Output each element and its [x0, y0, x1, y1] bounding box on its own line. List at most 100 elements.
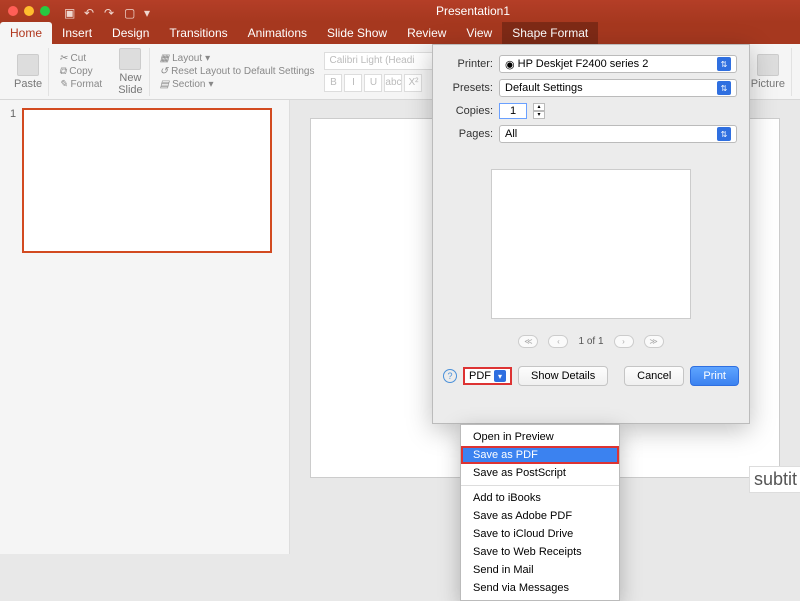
layout-icon: ▦	[160, 53, 169, 64]
tab-animations[interactable]: Animations	[238, 22, 317, 44]
prev-page-button[interactable]: ‹	[548, 335, 568, 348]
pages-label: Pages:	[445, 128, 493, 140]
underline-button[interactable]: U	[364, 74, 382, 92]
super-sub-button[interactable]: X²	[404, 74, 422, 92]
tab-view[interactable]: View	[456, 22, 502, 44]
chevron-updown-icon: ⇅	[717, 57, 731, 71]
pdf-menu: Open in Preview Save as PDF Save as Post…	[460, 424, 620, 601]
bold-button[interactable]: B	[324, 74, 342, 92]
chevron-updown-icon: ⇅	[717, 127, 731, 141]
printer-select[interactable]: ◉ HP Deskjet F2400 series 2 ⇅	[499, 55, 737, 73]
print-preview	[491, 169, 691, 319]
copy-icon: ⧉	[59, 66, 66, 77]
printer-status-icon: ◉	[505, 58, 515, 71]
close-window-icon[interactable]	[8, 6, 18, 16]
slide-thumbnails-pane[interactable]: 1	[0, 100, 290, 554]
minimize-window-icon[interactable]	[24, 6, 34, 16]
undo-icon[interactable]: ↶	[84, 6, 94, 16]
menu-save-as-adobe-pdf[interactable]: Save as Adobe PDF	[461, 507, 619, 525]
print-dialog: Printer: ◉ HP Deskjet F2400 series 2 ⇅ P…	[432, 44, 750, 424]
newslide-group: New Slide	[112, 48, 149, 96]
paste-icon[interactable]	[17, 54, 39, 76]
tab-insert[interactable]: Insert	[52, 22, 102, 44]
menu-save-as-pdf[interactable]: Save as PDF	[461, 446, 619, 464]
copies-stepper[interactable]: ▴▾	[533, 103, 545, 119]
chevron-down-icon: ▾	[494, 370, 506, 382]
qat-dropdown-icon[interactable]: ▾	[144, 6, 154, 16]
reset-icon: ↺	[160, 66, 168, 77]
menu-send-in-mail[interactable]: Send in Mail	[461, 561, 619, 579]
next-page-button[interactable]: ›	[614, 335, 634, 348]
menu-add-to-ibooks[interactable]: Add to iBooks	[461, 489, 619, 507]
italic-button[interactable]: I	[344, 74, 362, 92]
tab-home[interactable]: Home	[0, 22, 52, 44]
tab-design[interactable]: Design	[102, 22, 159, 44]
copy-button[interactable]: ⧉Copy	[59, 66, 102, 77]
save-icon[interactable]: ▣	[64, 6, 74, 16]
thumb-number: 1	[10, 108, 16, 253]
ribbon-tabs: Home Insert Design Transitions Animation…	[0, 22, 800, 44]
clipboard-actions: ✂Cut ⧉Copy ✎Format	[59, 53, 102, 90]
tab-slideshow[interactable]: Slide Show	[317, 22, 397, 44]
pdf-dropdown-button[interactable]: PDF ▾	[463, 367, 512, 385]
redo-icon[interactable]: ↷	[104, 6, 114, 16]
menu-save-to-web-receipts[interactable]: Save to Web Receipts	[461, 543, 619, 561]
presets-label: Presets:	[445, 82, 493, 94]
print-dialog-footer: ? PDF ▾ Show Details Cancel Print	[433, 358, 749, 394]
slide-actions: ▦Layout ▾ ↺Reset Layout to Default Setti…	[160, 53, 315, 90]
tab-review[interactable]: Review	[397, 22, 456, 44]
menu-send-via-messages[interactable]: Send via Messages	[461, 579, 619, 597]
scissors-icon: ✂	[59, 53, 67, 64]
pages-value: All	[505, 128, 517, 140]
menu-open-in-preview[interactable]: Open in Preview	[461, 428, 619, 446]
zoom-window-icon[interactable]	[40, 6, 50, 16]
print-button[interactable]: Print	[690, 366, 739, 386]
help-icon[interactable]: ?	[443, 369, 457, 383]
strike-button[interactable]: abc	[384, 74, 402, 92]
traffic-lights	[8, 6, 50, 16]
menu-save-to-icloud[interactable]: Save to iCloud Drive	[461, 525, 619, 543]
paste-group: Paste	[8, 48, 49, 96]
last-page-button[interactable]: ≫	[644, 335, 664, 348]
first-page-button[interactable]: ≪	[518, 335, 538, 348]
new-slide-label: New Slide	[118, 72, 142, 96]
copies-label: Copies:	[445, 105, 493, 117]
tab-transitions[interactable]: Transitions	[159, 22, 237, 44]
page-nav: ≪ ‹ 1 of 1 › ≫	[445, 335, 737, 348]
tab-shape-format[interactable]: Shape Format	[502, 22, 598, 44]
pages-select[interactable]: All ⇅	[499, 125, 737, 143]
slide-thumbnail-1[interactable]	[22, 108, 272, 253]
new-slide-icon[interactable]	[119, 48, 141, 70]
stepper-down-icon[interactable]: ▾	[533, 111, 545, 119]
printer-label: Printer:	[445, 58, 493, 70]
cancel-button[interactable]: Cancel	[624, 366, 684, 386]
menu-save-as-postscript[interactable]: Save as PostScript	[461, 464, 619, 482]
paste-label: Paste	[14, 78, 42, 90]
show-details-button[interactable]: Show Details	[518, 366, 608, 386]
layout-button[interactable]: ▦Layout ▾	[160, 53, 315, 64]
new-file-icon[interactable]: ▢	[124, 6, 134, 16]
subtitle-placeholder-fragment[interactable]: subtit	[749, 466, 800, 493]
pdf-label: PDF	[469, 370, 491, 382]
cut-button[interactable]: ✂Cut	[59, 53, 102, 64]
presets-value: Default Settings	[505, 82, 583, 94]
reset-layout-button[interactable]: ↺Reset Layout to Default Settings	[160, 66, 315, 77]
brush-icon: ✎	[59, 79, 67, 90]
document-title: Presentation1	[154, 4, 792, 18]
chevron-updown-icon: ⇅	[717, 81, 731, 95]
section-icon: ▤	[160, 79, 169, 90]
window-titlebar: ▣ ↶ ↷ ▢ ▾ Presentation1	[0, 0, 800, 22]
format-painter-button[interactable]: ✎Format	[59, 79, 102, 90]
picture-icon[interactable]	[757, 54, 779, 76]
menu-separator	[461, 485, 619, 486]
picture-group: Picture	[745, 48, 792, 96]
section-button[interactable]: ▤Section ▾	[160, 79, 315, 90]
page-indicator: 1 of 1	[578, 336, 603, 347]
quick-access-toolbar: ▣ ↶ ↷ ▢ ▾	[64, 6, 154, 16]
printer-value: HP Deskjet F2400 series 2	[518, 58, 649, 70]
thumb-row: 1	[10, 108, 279, 253]
picture-label: Picture	[751, 78, 785, 90]
presets-select[interactable]: Default Settings ⇅	[499, 79, 737, 97]
stepper-up-icon[interactable]: ▴	[533, 103, 545, 111]
copies-input[interactable]	[499, 103, 527, 119]
